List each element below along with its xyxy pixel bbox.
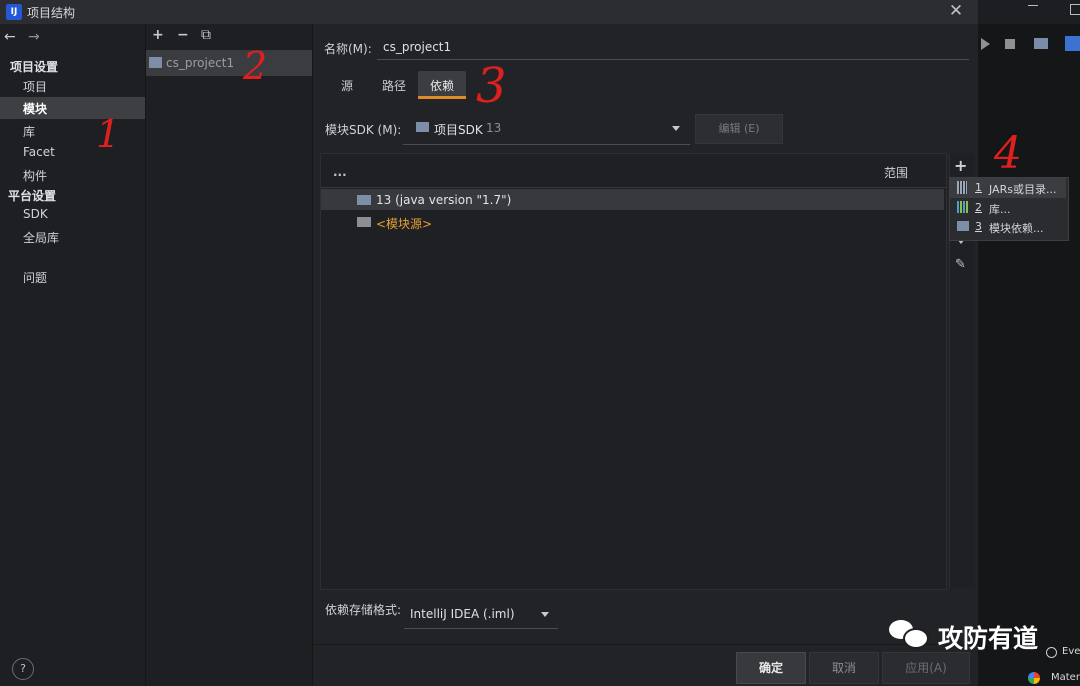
name-input[interactable]: cs_project1 <box>383 40 451 54</box>
module-list-panel <box>146 24 313 686</box>
forward-arrow-icon[interactable]: → <box>28 29 40 45</box>
watermark-text: 攻防有道 <box>938 624 1039 653</box>
edit-button[interactable]: 编辑 (E) <box>695 114 783 144</box>
module-folder-icon <box>149 57 162 68</box>
annotation-4: 4 <box>994 128 1022 179</box>
annotation-1: 1 <box>96 112 121 156</box>
jdk-folder-icon <box>357 195 371 205</box>
search-icon <box>1046 647 1057 658</box>
nav-item-problems[interactable]: 问题 <box>23 269 47 286</box>
add-dependency-icon[interactable]: + <box>954 156 967 175</box>
popup-item-2-num: 2 <box>975 201 982 214</box>
name-label: 名称(M): <box>324 42 372 56</box>
bg-text-mater: Mater <box>1051 672 1080 683</box>
project-structure-icon[interactable] <box>1034 38 1048 49</box>
intellij-logo-icon: IJ <box>6 4 22 20</box>
nav-item-libraries[interactable]: 库 <box>23 123 35 140</box>
nav-item-sdk[interactable]: SDK <box>23 207 48 221</box>
title-bar <box>0 0 978 25</box>
module-source-folder-icon <box>357 217 371 227</box>
annotation-2: 2 <box>243 44 268 88</box>
library-icon <box>957 201 969 213</box>
wechat-logo-icon <box>889 618 929 649</box>
bg-text-eve: Eve <box>1062 646 1080 657</box>
chevron-down-icon[interactable] <box>672 126 680 131</box>
popup-item-library[interactable]: 库... <box>989 201 1011 217</box>
tab-sources[interactable]: 源 <box>341 77 353 94</box>
nav-item-modules[interactable]: 模块 <box>23 100 47 117</box>
annotation-3: 3 <box>476 58 507 114</box>
module-dependency-icon <box>957 221 969 231</box>
jar-icon <box>957 181 967 194</box>
module-item[interactable]: cs_project1 <box>166 56 234 70</box>
ok-button[interactable]: 确定 <box>736 652 806 684</box>
help-button[interactable]: ? <box>12 658 34 680</box>
table-header-scope: 范围 <box>884 166 909 180</box>
popup-item-module-dependency[interactable]: 模块依赖... <box>989 220 1044 236</box>
minimize-icon[interactable] <box>1028 5 1038 6</box>
run-icon[interactable] <box>981 38 990 50</box>
sdk-select-value: 项目SDK <box>434 123 483 137</box>
nav-item-facet[interactable]: Facet <box>23 145 55 159</box>
copy-icon[interactable]: ⧉ <box>201 27 211 43</box>
tab-paths[interactable]: 路径 <box>382 77 406 94</box>
nav-selected-highlight <box>0 97 145 119</box>
left-nav <box>0 24 146 686</box>
storage-chevron-down-icon[interactable] <box>541 612 549 617</box>
cancel-button[interactable]: 取消 <box>809 652 879 684</box>
table-header-divider <box>321 187 946 188</box>
sdk-folder-icon <box>416 122 429 132</box>
platform-settings-header: 平台设置 <box>8 189 57 203</box>
window-title: 项目结构 <box>27 6 76 20</box>
tab-active-underline <box>418 96 466 99</box>
background-app <box>978 0 1080 686</box>
popup-item-3-num: 3 <box>975 220 982 233</box>
background-app-titlebar <box>978 0 1080 24</box>
remove-icon[interactable]: − <box>177 27 189 43</box>
edit-pencil-icon[interactable]: ✎ <box>955 257 966 272</box>
google-icon <box>1028 672 1040 684</box>
restore-icon[interactable] <box>1070 4 1080 15</box>
storage-format-value: IntelliJ IDEA (.iml) <box>410 607 515 621</box>
nav-item-global-libraries[interactable]: 全局库 <box>23 229 59 246</box>
dep-row-jdk[interactable]: 13 (java version "1.7") <box>376 193 511 207</box>
sdk-version: 13 <box>486 121 502 135</box>
dep-row-module-source[interactable]: <模块源> <box>376 215 432 232</box>
storage-format-label: 依赖存储格式: <box>325 603 402 617</box>
popup-item-jars[interactable]: JARs或目录... <box>989 181 1056 197</box>
nav-item-artifacts[interactable]: 构件 <box>23 167 47 184</box>
close-icon[interactable]: ✕ <box>946 1 966 21</box>
table-header-col1: ... <box>333 165 347 179</box>
tab-dependencies[interactable]: 依赖 <box>430 77 454 94</box>
popup-item-1-num: 1 <box>975 181 982 194</box>
nav-item-project[interactable]: 项目 <box>23 78 47 95</box>
back-arrow-icon[interactable]: ← <box>4 29 16 45</box>
footer-divider <box>313 644 978 645</box>
translate-icon[interactable] <box>1065 36 1080 51</box>
project-settings-header: 项目设置 <box>10 60 59 74</box>
sdk-label: 模块SDK (M): <box>325 123 402 137</box>
apply-button[interactable]: 应用(A) <box>882 652 970 684</box>
add-icon[interactable]: + <box>152 27 164 43</box>
stop-icon[interactable] <box>1005 39 1015 49</box>
name-input-frame <box>377 36 969 60</box>
